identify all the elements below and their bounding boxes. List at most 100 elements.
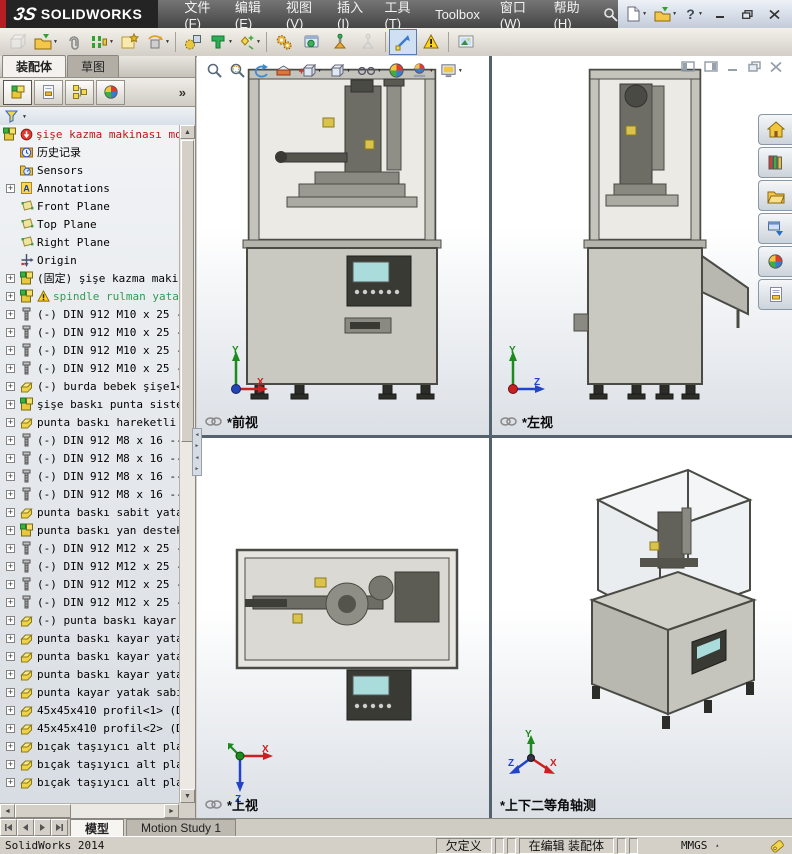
tree-item[interactable]: + (-) DIN 912 M10 x 25 --- (0, 323, 179, 341)
expand-icon[interactable]: + (6, 597, 15, 607)
expand-icon[interactable]: + (6, 291, 15, 301)
expand-icon[interactable]: + (6, 471, 15, 481)
expand-icon[interactable]: + (6, 183, 15, 193)
tree-item[interactable]: Front Plane (0, 197, 179, 215)
measure-button[interactable] (389, 29, 417, 55)
help-button[interactable]: ? ▼ (682, 3, 705, 25)
expand-icon[interactable]: + (6, 669, 15, 679)
displaymanager-tab[interactable] (96, 79, 125, 105)
tree-item[interactable]: Right Plane (0, 233, 179, 251)
tree-item[interactable]: + (固定) şişe kazma makin: (0, 269, 179, 287)
expand-icon[interactable]: + (6, 759, 15, 769)
section-view-button[interactable] (272, 59, 295, 82)
tree-item[interactable]: + (-) DIN 912 M12 x 25 --- (0, 593, 179, 611)
tree-item[interactable]: Sensors (0, 161, 179, 179)
doc-restore-button[interactable] (748, 61, 761, 72)
tab-motion-study-1[interactable]: Motion Study 1 (126, 819, 237, 836)
panel-splitter-handle[interactable]: ◄ ► ◄ ► (192, 428, 202, 476)
custom-properties-tab[interactable] (758, 279, 792, 310)
expand-icon[interactable]: + (6, 525, 15, 535)
dropdown-icon[interactable]: ▼ (377, 68, 382, 74)
expand-icon[interactable]: + (6, 579, 15, 589)
tree-item[interactable]: + spindle rulman yatağı (0, 287, 179, 305)
expand-icon[interactable]: + (6, 615, 15, 625)
tree-item[interactable]: + (-) DIN 912 M10 x 25 --- (0, 359, 179, 377)
expand-icon[interactable]: + (6, 363, 15, 373)
viewport-front[interactable]: Y X *前视 (197, 56, 489, 435)
interference-detection-button[interactable] (417, 29, 445, 55)
attachments-button[interactable] (60, 29, 88, 55)
move-component-button[interactable] (179, 29, 207, 55)
new-document-button[interactable]: ▼ (624, 3, 649, 25)
expand-icon[interactable]: + (6, 777, 15, 787)
tree-item[interactable]: + (-) DIN 912 M10 x 25 --- (0, 305, 179, 323)
tree-item[interactable]: +45x45x410 profil<2> (De: (0, 719, 179, 737)
viewport-top[interactable]: X Z *上视 (197, 438, 489, 818)
dropdown-icon[interactable]: ▼ (165, 39, 170, 45)
scroll-thumb[interactable] (181, 140, 194, 442)
tree-item[interactable]: + (-) DIN 912 M10 x 25 --- (0, 341, 179, 359)
expand-icon[interactable]: + (6, 633, 15, 643)
close-button[interactable] (762, 5, 786, 23)
expand-icon[interactable]: + (6, 723, 15, 733)
units-selector[interactable]: MMGS ▴ (641, 839, 759, 853)
tree-item[interactable]: + (-) DIN 912 M12 x 25 --- (0, 539, 179, 557)
expand-icon[interactable]: + (6, 273, 15, 283)
smart-component-button[interactable]: ▼ (235, 29, 263, 55)
exploded-view-button[interactable] (326, 29, 354, 55)
expand-icon[interactable]: + (6, 453, 15, 463)
scroll-right-icon[interactable]: ► (164, 804, 179, 818)
expand-icon[interactable]: + (6, 687, 15, 697)
configurationmanager-tab[interactable] (65, 79, 94, 105)
filter-icon[interactable] (5, 110, 18, 123)
tree-item[interactable]: + (-) DIN 912 M8 x 16 --- (0, 431, 179, 449)
tree-item[interactable]: + A Annotations (0, 179, 179, 197)
tree-item[interactable]: + bıçak taşıyıcı alt plaka y (0, 773, 179, 791)
search-icon[interactable] (603, 0, 618, 28)
rotate-component-button[interactable]: ▼ (144, 29, 172, 55)
hide-show-items-button[interactable]: ▼ (354, 59, 385, 82)
first-tab-icon[interactable] (0, 819, 17, 836)
edit-appearance-button[interactable] (385, 59, 408, 82)
expand-icon[interactable]: + (6, 399, 15, 409)
expand-icon[interactable]: + (6, 651, 15, 661)
filter-dropdown-icon[interactable]: ▼ (22, 114, 27, 120)
dropdown-icon[interactable]: ▼ (346, 68, 351, 74)
dropdown-icon[interactable]: ▼ (53, 39, 58, 45)
open-document-button[interactable]: ▼ (652, 3, 679, 25)
tree-item[interactable]: Top Plane (0, 215, 179, 233)
file-explorer-tab[interactable] (758, 180, 792, 211)
pane-right-button[interactable] (704, 61, 718, 72)
appearances-scenes-tab[interactable] (758, 246, 792, 277)
expand-icon[interactable]: + (6, 417, 15, 427)
expand-icon[interactable]: + (6, 543, 15, 553)
next-tab-icon[interactable] (34, 819, 51, 836)
tree-item[interactable]: + (-) DIN 912 M12 x 25 --- (0, 575, 179, 593)
pane-left-button[interactable] (681, 61, 695, 72)
viewport-left[interactable]: Y Z *左视 (492, 56, 792, 435)
expand-icon[interactable]: + (6, 381, 15, 391)
previous-view-button[interactable] (249, 59, 272, 82)
tree-item[interactable]: + punta baskı kayar yatak (0, 629, 179, 647)
manager-overflow-button[interactable]: » (179, 85, 192, 100)
expand-icon[interactable]: + (6, 435, 15, 445)
tree-item[interactable]: Origin (0, 251, 179, 269)
prev-tab-icon[interactable] (17, 819, 34, 836)
tree-item[interactable]: + punta kayar yatak sabit1 (0, 683, 179, 701)
assembly-features-button[interactable] (270, 29, 298, 55)
tree-item[interactable]: + punta baskı yan destek m (0, 521, 179, 539)
insert-components-button[interactable] (4, 29, 32, 55)
dropdown-icon[interactable]: ▼ (317, 68, 322, 74)
tree-item[interactable]: + punta baskı hareketli ya (0, 413, 179, 431)
dropdown-icon[interactable]: ▼ (642, 11, 647, 17)
dropdown-icon[interactable]: ▼ (429, 68, 434, 74)
dropdown-icon[interactable]: ▼ (109, 39, 114, 45)
tree-item[interactable]: + punta baskı kayar yatak (0, 665, 179, 683)
dropdown-icon[interactable]: ▼ (672, 11, 677, 17)
expand-icon[interactable]: + (6, 507, 15, 517)
scroll-down-icon[interactable]: ▼ (180, 789, 195, 803)
tree-item[interactable]: + (-) DIN 912 M8 x 16 --- (0, 467, 179, 485)
tree-item[interactable]: + bıçak taşıyıcı alt plaka y (0, 737, 179, 755)
tree-item[interactable]: + (-) DIN 912 M8 x 16 --- (0, 485, 179, 503)
display-style-button[interactable]: ▼ (325, 59, 354, 82)
